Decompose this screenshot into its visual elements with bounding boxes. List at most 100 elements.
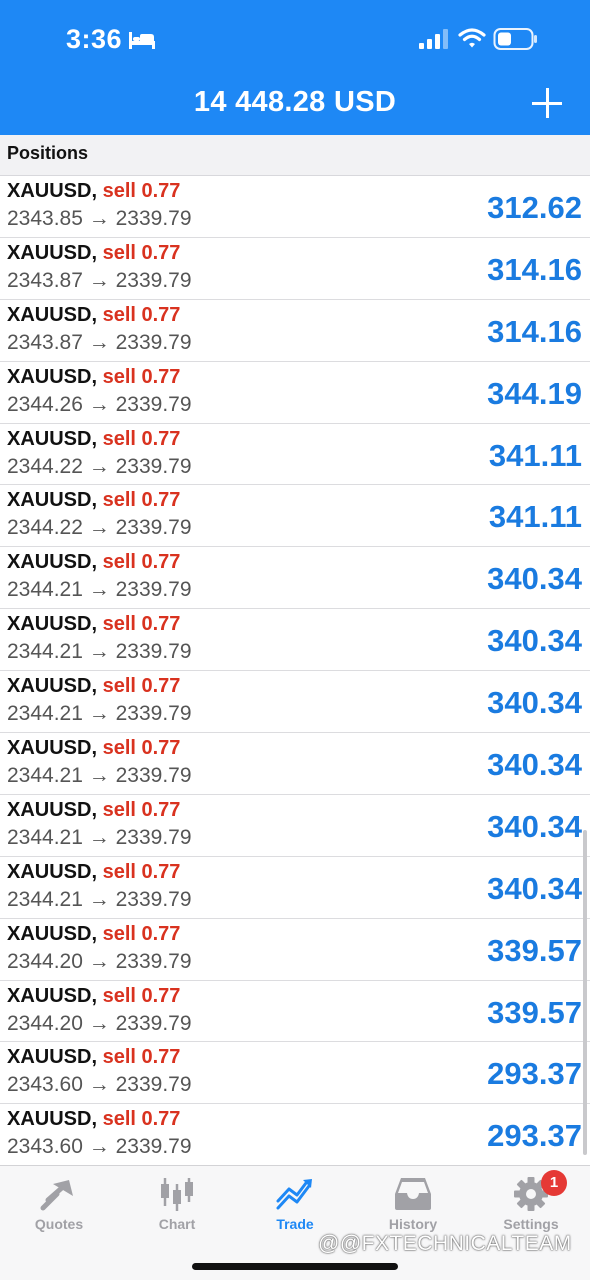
position-prices: 2344.21 → 2339.79 (7, 640, 192, 664)
arrow-icon: → (88, 702, 110, 726)
home-indicator[interactable] (192, 1263, 398, 1270)
position-profit: 312.62 (487, 190, 582, 225)
symbol-text: XAUUSD, (7, 984, 98, 1007)
position-row[interactable]: XAUUSD, sell 0.77 2344.20 → 2339.79 339.57 (0, 918, 590, 981)
open-price: 2344.21 (7, 640, 83, 664)
tab-trade[interactable]: Trade (236, 1166, 354, 1241)
arrow-icon: → (88, 1073, 110, 1097)
arrow-icon: → (88, 207, 110, 230)
symbol-text: XAUUSD, (7, 1046, 98, 1069)
position-symbol: XAUUSD, sell 0.77 (7, 180, 180, 203)
symbol-text: XAUUSD, (7, 489, 98, 512)
open-price: 2344.26 (7, 392, 83, 416)
tab-settings[interactable]: Settings (472, 1166, 590, 1241)
section-title: Positions (7, 143, 89, 163)
new-order-button[interactable] (530, 86, 564, 120)
trade-side-volume: sell 0.77 (102, 551, 181, 574)
position-prices: 2344.22 → 2339.79 (7, 455, 192, 479)
open-price: 2343.87 (7, 268, 83, 292)
position-row[interactable]: XAUUSD, sell 0.77 2344.20 → 2339.79 339.57 (0, 980, 590, 1043)
position-row[interactable]: XAUUSD, sell 0.77 2344.21 → 2339.79 340.34 (0, 733, 590, 795)
symbol-text: XAUUSD, (7, 1108, 98, 1131)
position-profit: 293.37 (487, 1118, 582, 1154)
wifi-icon (458, 28, 486, 48)
position-prices: 2344.20 → 2339.79 (7, 950, 192, 974)
position-prices: 2343.87 → 2339.79 (7, 331, 192, 355)
arrow-icon: → (88, 825, 110, 849)
tab-history[interactable]: History (354, 1166, 472, 1241)
current-price: 2339.79 (115, 392, 192, 416)
symbol-text: XAUUSD, (7, 922, 98, 945)
symbol-text: XAUUSD, (7, 427, 98, 450)
tab-chart[interactable]: Chart (118, 1166, 236, 1241)
open-price: 2344.21 (7, 702, 83, 726)
position-prices: 2344.21 → 2339.79 (7, 578, 192, 602)
position-profit: 340.34 (487, 623, 582, 659)
notification-badge: 1 (541, 1170, 567, 1196)
position-row[interactable]: XAUUSD, sell 0.77 2344.21 → 2339.79 340.34 (0, 856, 590, 919)
symbol-text: XAUUSD, (7, 303, 98, 326)
position-profit: 340.34 (487, 808, 582, 844)
position-row[interactable]: XAUUSD, sell 0.77 2343.87 → 2339.79 314.16 (0, 299, 590, 362)
arrow-icon: → (88, 1011, 110, 1035)
open-price: 2343.60 (7, 1073, 83, 1097)
position-symbol: XAUUSD, sell 0.77 (7, 737, 180, 760)
trade-side-volume: sell 0.77 (102, 427, 181, 450)
open-price: 2344.22 (7, 516, 83, 540)
tab-quotes[interactable]: Quotes (0, 1166, 118, 1241)
position-profit: 344.19 (487, 375, 582, 411)
position-symbol: XAUUSD, sell 0.77 (7, 799, 180, 822)
position-prices: 2344.20 → 2339.79 (7, 1012, 192, 1036)
position-prices: 2344.22 → 2339.79 (7, 516, 192, 540)
arrow-icon: → (88, 949, 110, 973)
header-bar: 3:36 14 448.28 USD (0, 0, 590, 135)
tab-label: Trade (276, 1216, 314, 1232)
tab-label: Settings (503, 1216, 559, 1232)
position-row[interactable]: XAUUSD, sell 0.77 2343.60 → 2339.79 293.37 (0, 1104, 590, 1167)
arrow-icon: → (88, 454, 110, 478)
tab-label: Chart (158, 1216, 196, 1232)
position-profit: 339.57 (487, 932, 582, 968)
position-row[interactable]: XAUUSD, sell 0.77 2344.22 → 2339.79 341.11 (0, 485, 590, 548)
position-profit: 293.37 (487, 1056, 582, 1092)
trade-side-volume: sell 0.77 (102, 303, 181, 326)
trade-icon (276, 1179, 312, 1210)
arrow-icon: → (88, 887, 110, 911)
position-row[interactable]: XAUUSD, sell 0.77 2344.21 → 2339.79 340.34 (0, 794, 590, 857)
open-price: 2344.20 (7, 949, 83, 973)
current-price: 2339.79 (115, 1135, 192, 1159)
symbol-text: XAUUSD, (7, 860, 98, 883)
open-price: 2344.21 (7, 887, 83, 911)
tab-label: Quotes (34, 1216, 84, 1232)
position-profit: 314.16 (487, 251, 582, 287)
position-row[interactable]: XAUUSD, sell 0.77 2343.60 → 2339.79 293.37 (0, 1042, 590, 1105)
arrow-icon: → (88, 516, 110, 540)
position-profit: 340.34 (487, 685, 582, 721)
current-price: 2339.79 (115, 764, 192, 788)
arrow-icon: → (88, 578, 110, 602)
current-price: 2339.79 (115, 268, 192, 292)
position-profit: 341.11 (488, 437, 582, 473)
arrow-icon: → (88, 392, 110, 416)
position-profit: 314.16 (487, 313, 582, 349)
position-row[interactable]: XAUUSD, sell 0.77 2343.85 → 2339.79 312.62 (0, 176, 590, 238)
open-price: 2343.60 (7, 1135, 83, 1159)
current-price: 2339.79 (115, 702, 192, 726)
scrollbar[interactable] (583, 830, 587, 1155)
battery-icon (493, 28, 537, 50)
position-row[interactable]: XAUUSD, sell 0.77 2344.21 → 2339.79 340.34 (0, 671, 590, 734)
arrow-icon: → (88, 640, 110, 664)
position-symbol: XAUUSD, sell 0.77 (7, 675, 180, 698)
cellular-signal-icon (419, 29, 448, 49)
position-row[interactable]: XAUUSD, sell 0.77 2344.22 → 2339.79 341.11 (0, 423, 590, 486)
position-prices: 2344.21 → 2339.79 (7, 764, 192, 788)
trade-side-volume: sell 0.77 (102, 675, 181, 698)
position-row[interactable]: XAUUSD, sell 0.77 2344.26 → 2339.79 344.19 (0, 361, 590, 424)
position-symbol: XAUUSD, sell 0.77 (7, 1108, 180, 1131)
position-row[interactable]: XAUUSD, sell 0.77 2343.87 → 2339.79 314.16 (0, 237, 590, 300)
quotes-icon (40, 1180, 73, 1211)
trade-side-volume: sell 0.77 (102, 984, 181, 1007)
position-row[interactable]: XAUUSD, sell 0.77 2344.21 → 2339.79 340.34 (0, 609, 590, 672)
current-price: 2339.79 (115, 949, 192, 973)
position-row[interactable]: XAUUSD, sell 0.77 2344.21 → 2339.79 340.34 (0, 547, 590, 610)
